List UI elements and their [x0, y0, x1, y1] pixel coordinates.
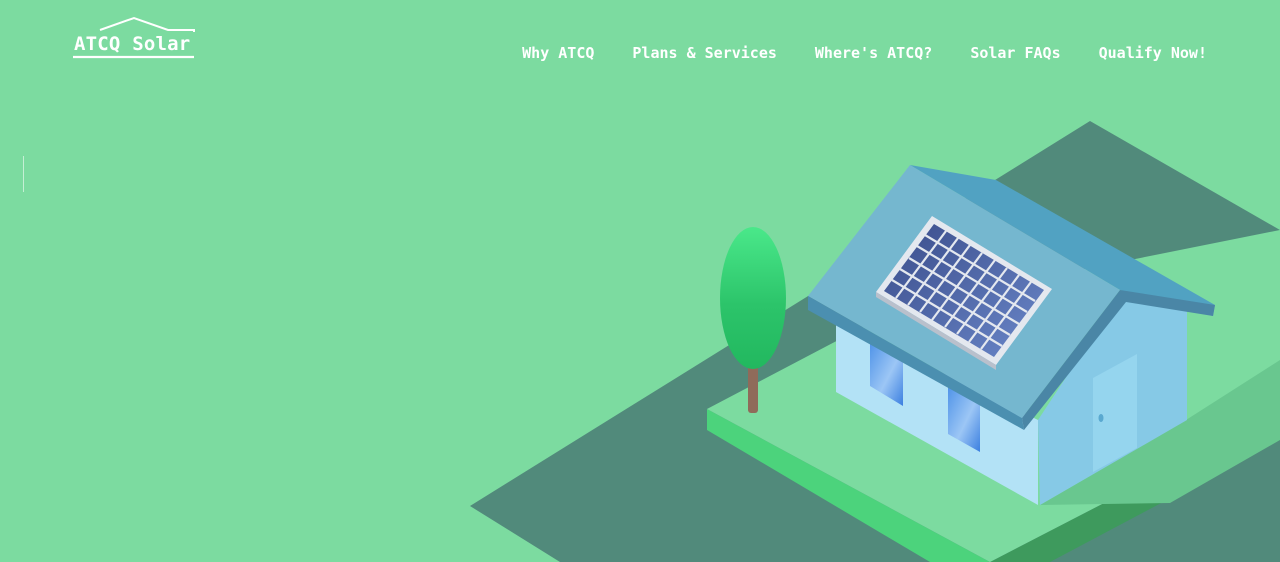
door-knob [1098, 414, 1104, 422]
tree-canopy [720, 227, 786, 369]
page: ATCQ Solar Why ATCQ Plans & Services Whe… [0, 0, 1280, 562]
tree-trunk [748, 365, 758, 413]
solar-house-illustration [470, 121, 1280, 562]
